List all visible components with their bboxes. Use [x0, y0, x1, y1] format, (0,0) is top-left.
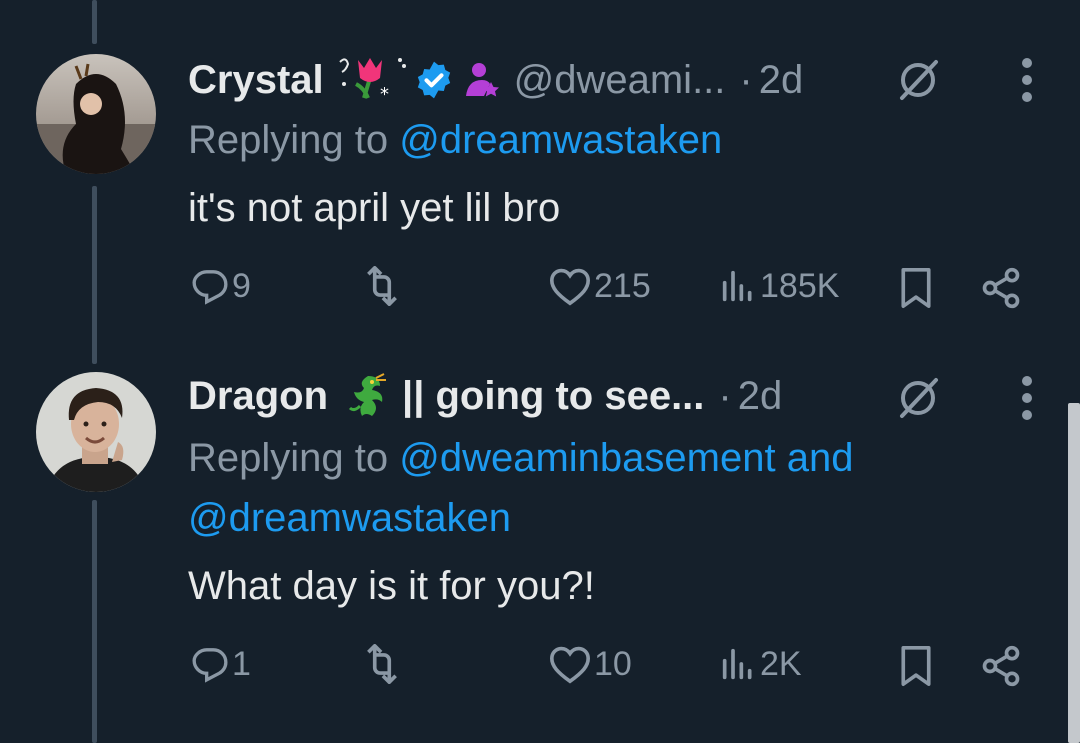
dragon-icon	[346, 372, 390, 420]
heart-icon	[549, 268, 591, 306]
tweet-time[interactable]: 2d	[738, 374, 783, 419]
views-icon	[722, 270, 752, 302]
like-count: 10	[594, 644, 632, 683]
bookmark-icon	[901, 268, 931, 308]
retweet-icon	[367, 644, 397, 684]
heart-icon	[549, 646, 591, 684]
separator-dot: ·	[718, 373, 732, 418]
display-name[interactable]: Crystal	[188, 58, 324, 103]
mute-icon[interactable]	[896, 376, 940, 420]
retweet-button[interactable]	[360, 266, 406, 306]
view-count: 2K	[760, 644, 802, 683]
replying-to: Replying to @dreamwastaken	[188, 110, 722, 170]
more-options-icon[interactable]	[1020, 58, 1034, 102]
tulip-sparkle-icon: *	[334, 54, 408, 106]
like-button[interactable]: 215	[548, 266, 651, 306]
share-icon	[982, 645, 1020, 687]
tweet-time[interactable]: 2d	[759, 58, 804, 103]
separator-dot: ·	[739, 57, 753, 102]
tweet-actions: 1 10 2K	[0, 644, 1080, 694]
reply-button[interactable]: 9	[190, 266, 251, 306]
mute-icon[interactable]	[896, 58, 940, 102]
replying-to: Replying to @dweaminbasement and @dreamw…	[188, 428, 853, 548]
tweet-actions: 9 215 185K	[0, 266, 1080, 316]
tweet-text: What day is it for you?!	[188, 564, 595, 608]
reply-count: 9	[232, 266, 251, 305]
view-count: 185K	[760, 266, 840, 305]
avatar-crystal[interactable]	[36, 54, 156, 174]
share-button[interactable]	[978, 266, 1024, 310]
verified-badge-icon[interactable]	[414, 60, 454, 100]
reply-button[interactable]: 1	[190, 644, 251, 684]
avatar-dragon[interactable]	[36, 372, 156, 492]
bookmark-icon	[901, 645, 931, 686]
reply-icon	[192, 648, 228, 683]
user-handle[interactable]: @dweami...	[514, 58, 726, 103]
bookmark-button[interactable]	[896, 266, 936, 310]
reply-mention-line2[interactable]: @dreamwastaken	[188, 496, 511, 540]
reply-icon	[192, 270, 228, 305]
reply-mention[interactable]: @dweaminbasement and	[399, 436, 853, 480]
svg-text:*: *	[380, 84, 389, 105]
user-star-icon	[464, 60, 500, 100]
views-button[interactable]: 185K	[718, 266, 839, 306]
bookmark-button[interactable]	[896, 644, 936, 688]
views-button[interactable]: 2K	[718, 644, 802, 684]
replying-prefix: Replying to	[188, 436, 400, 480]
replying-prefix: Replying to	[188, 118, 400, 162]
reply-mention[interactable]: @dreamwastaken	[399, 118, 722, 162]
tweet-text: it's not april yet lil bro	[188, 186, 561, 230]
tweet-crystal[interactable]: Crystal * @dweami... · 2d Replying to @d…	[0, 0, 1080, 330]
retweet-icon	[367, 266, 397, 306]
tweet-dragon[interactable]: Dragon || going to see... · 2d Replying …	[0, 360, 1080, 743]
more-options-icon[interactable]	[1020, 376, 1034, 420]
share-button[interactable]	[978, 644, 1024, 688]
views-icon	[722, 648, 752, 680]
retweet-button[interactable]	[360, 644, 406, 684]
like-count: 215	[594, 266, 651, 305]
display-name-suffix[interactable]: || going to see...	[402, 374, 704, 419]
reply-count: 1	[232, 644, 251, 683]
like-button[interactable]: 10	[548, 644, 632, 684]
share-icon	[982, 267, 1020, 309]
display-name[interactable]: Dragon	[188, 374, 328, 419]
